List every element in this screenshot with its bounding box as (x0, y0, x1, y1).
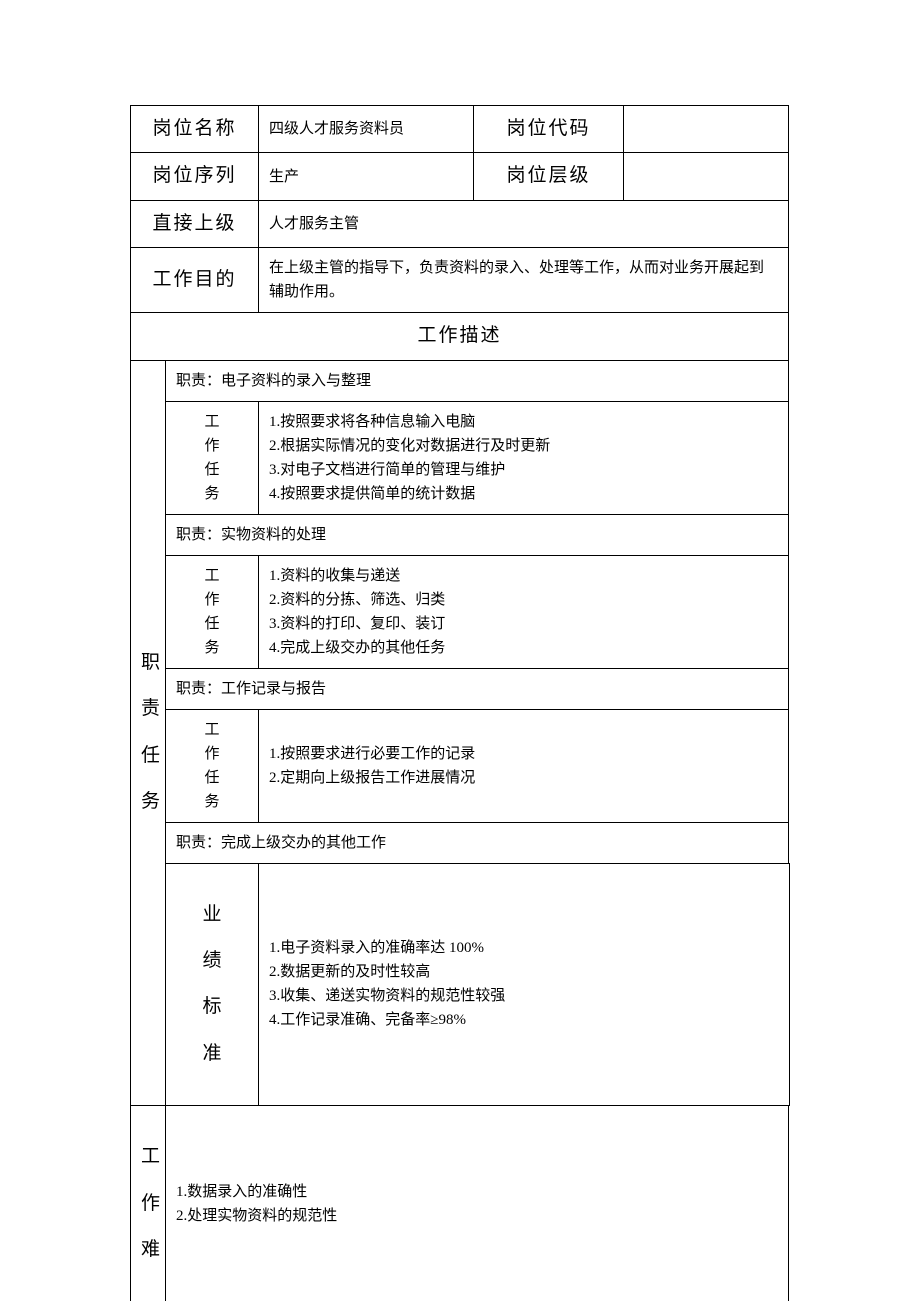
duty2-tasks: 1.资料的收集与递送2.资料的分拣、筛选、归类3.资料的打印、复印、装订4.完成… (259, 555, 789, 668)
label-position-name: 岗位名称 (131, 106, 259, 153)
value-position-name: 四级人才服务资料员 (259, 106, 474, 153)
section-work-description: 工作描述 (131, 313, 789, 360)
page: 岗位名称 四级人才服务资料员 岗位代码 岗位序列 生产 岗位层级 直接上级 人才… (0, 0, 920, 1302)
label-position-code: 岗位代码 (474, 106, 624, 153)
duty3-task-label: 工作任务 (166, 709, 259, 822)
value-supervisor: 人才服务主管 (259, 200, 789, 247)
duty3-title: 职责：工作记录与报告 (166, 668, 789, 709)
difficulties-text: 1.数据录入的准确性2.处理实物资料的规范性 (166, 1106, 789, 1302)
value-position-series: 生产 (259, 153, 474, 200)
duty2-title: 职责：实物资料的处理 (166, 514, 789, 555)
label-supervisor: 直接上级 (131, 200, 259, 247)
duty1-title: 职责：电子资料的录入与整理 (166, 360, 789, 401)
value-purpose: 在上级主管的指导下，负责资料的录入、处理等工作，从而对业务开展起到辅助作用。 (259, 248, 789, 313)
job-description-table: 岗位名称 四级人才服务资料员 岗位代码 岗位序列 生产 岗位层级 直接上级 人才… (130, 105, 790, 1301)
duty2-task-label: 工作任务 (166, 555, 259, 668)
label-performance: 业绩标准 (166, 863, 259, 1106)
duty4-title: 职责：完成上级交办的其他工作 (166, 822, 789, 863)
label-position-level: 岗位层级 (474, 153, 624, 200)
duty3-tasks: 1.按照要求进行必要工作的记录2.定期向上级报告工作进展情况 (259, 709, 789, 822)
duty1-tasks: 1.按照要求将各种信息输入电脑2.根据实际情况的变化对数据进行及时更新3.对电子… (259, 401, 789, 514)
value-position-code (624, 106, 789, 153)
label-duties: 职责任务 (131, 360, 166, 1106)
duty1-task-label: 工作任务 (166, 401, 259, 514)
value-position-level (624, 153, 789, 200)
performance-text: 1.电子资料录入的准确率达 100%2.数据更新的及时性较高3.收集、递送实物资… (259, 863, 790, 1106)
label-purpose: 工作目的 (131, 248, 259, 313)
label-position-series: 岗位序列 (131, 153, 259, 200)
label-difficulties: 工作难 (131, 1106, 166, 1302)
